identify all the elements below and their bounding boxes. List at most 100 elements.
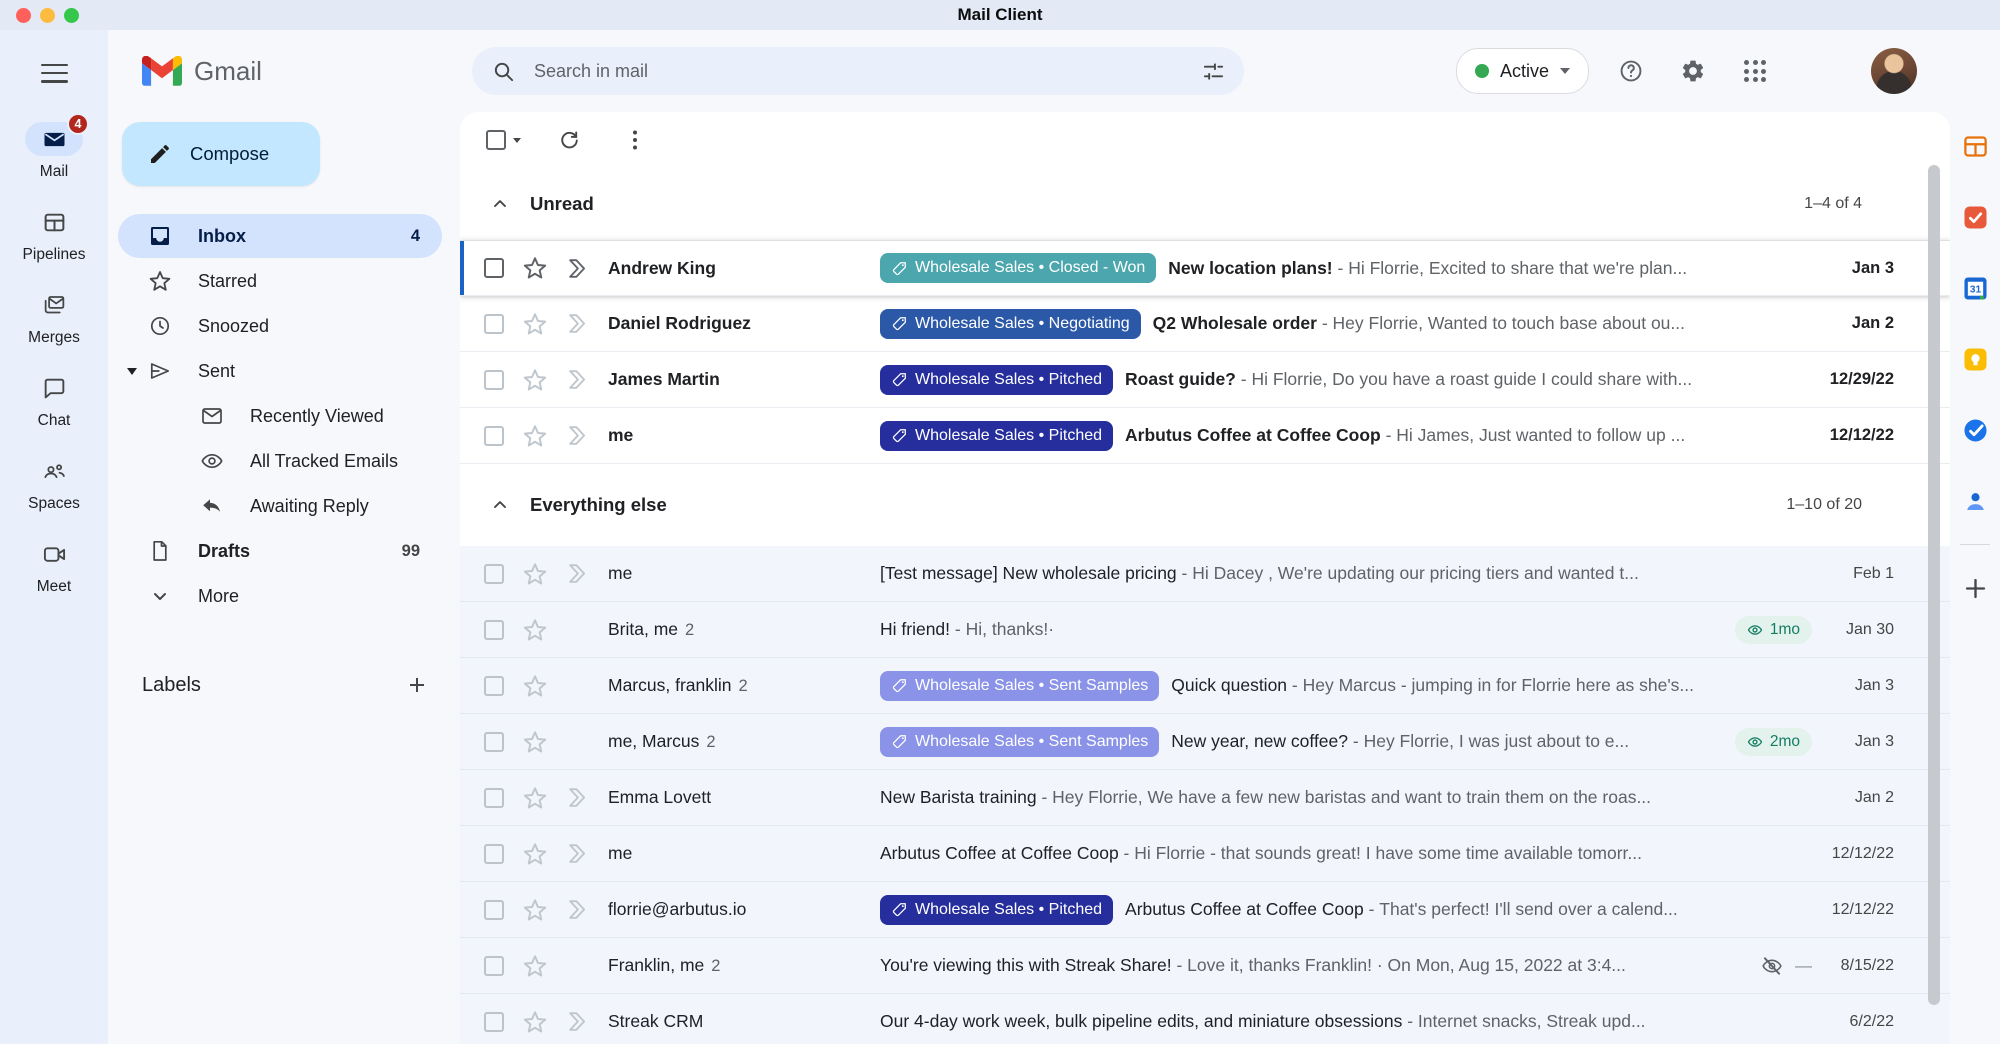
streak-tracker-icon[interactable] <box>565 562 588 585</box>
sidebar-item-sent[interactable]: Sent <box>118 349 442 393</box>
row-checkbox[interactable] <box>484 370 504 390</box>
row-checkbox[interactable] <box>484 426 504 446</box>
help-icon[interactable] <box>1611 51 1651 91</box>
email-row[interactable]: James MartinWholesale Sales • PitchedRoa… <box>460 352 1950 408</box>
contacts-icon[interactable] <box>1961 487 1989 515</box>
star-icon[interactable] <box>522 841 548 867</box>
email-row[interactable]: me[Test message] New wholesale pricing -… <box>460 546 1950 602</box>
row-checkbox[interactable] <box>484 620 504 640</box>
row-checkbox[interactable] <box>484 732 504 752</box>
sidebar-item-more[interactable]: More <box>118 574 442 618</box>
email-row[interactable]: meArbutus Coffee at Coffee Coop - Hi Flo… <box>460 826 1950 882</box>
streak-tracker-icon[interactable] <box>565 786 588 809</box>
pipeline-stage-chip[interactable]: Wholesale Sales • Pitched <box>880 365 1113 395</box>
pipeline-stage-chip[interactable]: Wholesale Sales • Sent Samples <box>880 671 1159 701</box>
rail-item-meet[interactable]: Meet <box>23 537 86 596</box>
star-icon[interactable] <box>522 673 548 699</box>
email-row[interactable]: me, Marcus2Wholesale Sales • Sent Sample… <box>460 714 1950 770</box>
star-icon[interactable] <box>522 561 548 587</box>
tasks-icon[interactable] <box>1961 416 1989 444</box>
streak-pipelines-icon[interactable] <box>1961 132 1989 160</box>
email-row[interactable]: florrie@arbutus.ioWholesale Sales • Pitc… <box>460 882 1950 938</box>
pipeline-stage-chip[interactable]: Wholesale Sales • Pitched <box>880 421 1113 451</box>
row-checkbox[interactable] <box>484 314 504 334</box>
expander-triangle-icon[interactable] <box>127 368 137 375</box>
rail-item-pipelines[interactable]: Pipelines <box>23 205 86 264</box>
apps-grid-icon[interactable] <box>1735 51 1775 91</box>
list-scrollbar[interactable] <box>1928 165 1940 1005</box>
sidebar-item-inbox[interactable]: Inbox4 <box>118 214 442 258</box>
row-checkbox[interactable] <box>484 258 504 278</box>
sidebar-item-recently-viewed[interactable]: Recently Viewed <box>118 394 442 438</box>
add-addon-plus-icon[interactable] <box>1961 574 1989 602</box>
collapse-chevron-icon[interactable] <box>490 194 510 214</box>
streak-tracker-icon[interactable] <box>565 674 588 697</box>
streak-tracker-icon[interactable] <box>565 368 588 391</box>
streak-tracker-icon[interactable] <box>565 954 588 977</box>
star-icon[interactable] <box>522 785 548 811</box>
zoom-button[interactable] <box>64 8 79 23</box>
pipeline-stage-chip[interactable]: Wholesale Sales • Closed - Won <box>880 253 1156 283</box>
refresh-icon[interactable] <box>551 122 587 158</box>
select-dropdown-caret-icon[interactable] <box>513 138 521 143</box>
add-label-plus-icon[interactable] <box>402 670 432 700</box>
search-bar[interactable] <box>472 47 1244 95</box>
sidebar-item-snoozed[interactable]: Snoozed <box>118 304 442 348</box>
search-options-tune-icon[interactable] <box>1192 50 1234 92</box>
row-checkbox[interactable] <box>484 1012 504 1032</box>
avatar[interactable] <box>1871 48 1917 94</box>
rail-item-merges[interactable]: Merges <box>23 288 86 347</box>
email-row[interactable]: meWholesale Sales • PitchedArbutus Coffe… <box>460 408 1950 464</box>
search-icon[interactable] <box>482 50 524 92</box>
email-row[interactable]: Andrew KingWholesale Sales • Closed - Wo… <box>460 240 1950 296</box>
star-icon[interactable] <box>522 617 548 643</box>
star-icon[interactable] <box>522 255 548 281</box>
pipeline-stage-chip[interactable]: Wholesale Sales • Negotiating <box>880 309 1141 339</box>
collapse-chevron-icon[interactable] <box>490 495 510 515</box>
streak-tracker-icon[interactable] <box>565 312 588 335</box>
minimize-button[interactable] <box>40 8 55 23</box>
row-checkbox[interactable] <box>484 956 504 976</box>
streak-tracker-icon[interactable] <box>565 730 588 753</box>
compose-button[interactable]: Compose <box>122 122 320 186</box>
rail-item-mail[interactable]: 4Mail <box>23 122 86 181</box>
email-row[interactable]: Marcus, franklin2Wholesale Sales • Sent … <box>460 658 1950 714</box>
email-row[interactable]: Brita, me2Hi friend! - Hi, thanks!·1moJa… <box>460 602 1950 658</box>
sidebar-item-drafts[interactable]: Drafts99 <box>118 529 442 573</box>
sidebar-item-awaiting-reply[interactable]: Awaiting Reply <box>118 484 442 528</box>
sidebar-item-starred[interactable]: Starred <box>118 259 442 303</box>
email-row[interactable]: Franklin, me2You're viewing this with St… <box>460 938 1950 994</box>
streak-tracker-icon[interactable] <box>565 1010 588 1033</box>
streak-tracker-icon[interactable] <box>565 424 588 447</box>
star-icon[interactable] <box>522 311 548 337</box>
streak-tracker-icon[interactable] <box>565 842 588 865</box>
star-icon[interactable] <box>522 953 548 979</box>
more-options-kebab-icon[interactable] <box>617 122 653 158</box>
select-all-checkbox[interactable] <box>486 130 506 150</box>
email-row[interactable]: Emma LovettNew Barista training - Hey Fl… <box>460 770 1950 826</box>
row-checkbox[interactable] <box>484 564 504 584</box>
pipeline-stage-chip[interactable]: Wholesale Sales • Sent Samples <box>880 727 1159 757</box>
streak-tracker-icon[interactable] <box>565 257 588 280</box>
row-checkbox[interactable] <box>484 676 504 696</box>
calendar-icon[interactable]: 31 <box>1961 274 1989 302</box>
star-icon[interactable] <box>522 1009 548 1035</box>
rail-item-spaces[interactable]: Spaces <box>23 454 86 513</box>
row-checkbox[interactable] <box>484 900 504 920</box>
star-icon[interactable] <box>522 897 548 923</box>
row-checkbox[interactable] <box>484 844 504 864</box>
status-dropdown[interactable]: Active <box>1456 48 1589 94</box>
star-icon[interactable] <box>522 729 548 755</box>
row-checkbox[interactable] <box>484 788 504 808</box>
rail-item-chat[interactable]: Chat <box>23 371 86 430</box>
hamburger-menu-icon[interactable] <box>41 58 68 88</box>
settings-gear-icon[interactable] <box>1673 51 1713 91</box>
email-row[interactable]: Daniel RodriguezWholesale Sales • Negoti… <box>460 296 1950 352</box>
star-icon[interactable] <box>522 423 548 449</box>
tasks-check-icon[interactable] <box>1961 203 1989 231</box>
star-icon[interactable] <box>522 367 548 393</box>
close-button[interactable] <box>16 8 31 23</box>
pipeline-stage-chip[interactable]: Wholesale Sales • Pitched <box>880 895 1113 925</box>
search-input[interactable] <box>524 60 1192 83</box>
sidebar-item-all-tracked-emails[interactable]: All Tracked Emails <box>118 439 442 483</box>
